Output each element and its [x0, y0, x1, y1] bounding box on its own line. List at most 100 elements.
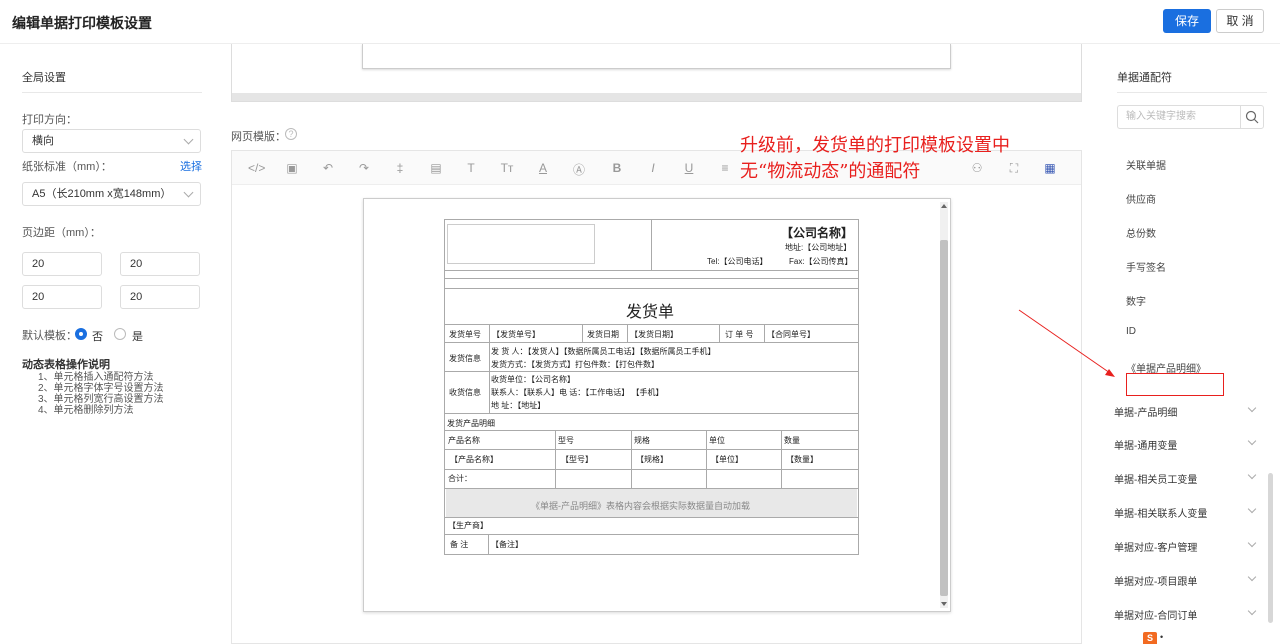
- wildcard-related-doc[interactable]: 关联单据: [1126, 157, 1166, 172]
- margin-right-input[interactable]: 20: [120, 285, 200, 309]
- vertical-scrollbar[interactable]: [940, 202, 948, 608]
- ship-info-line1: 发 货 人：【发货人】【数据所属员工电话】【数据所属员工手机】: [491, 347, 716, 356]
- help-icon[interactable]: ?: [285, 128, 297, 140]
- wildcard-supplier[interactable]: 供应商: [1126, 191, 1156, 206]
- scroll-up-icon[interactable]: [941, 204, 947, 208]
- redo-icon[interactable]: ↷: [356, 161, 372, 175]
- cell-unit: 【单位】: [711, 455, 743, 464]
- wildcard-number[interactable]: 数字: [1126, 293, 1146, 308]
- background-color-icon[interactable]: Ⓐ: [571, 161, 587, 178]
- paper-select-link[interactable]: 选择: [180, 158, 202, 174]
- chevron-down-icon[interactable]: [1247, 436, 1257, 446]
- ship-info-line2: 发货方式：【发货方式】打包件数：【打包件数】: [491, 360, 659, 369]
- wildcard-total-copies[interactable]: 总份数: [1126, 225, 1156, 240]
- strikethrough-icon[interactable]: ‡: [392, 161, 408, 175]
- table-icon[interactable]: ▦: [1042, 161, 1058, 175]
- margin-top-input[interactable]: 20: [22, 252, 102, 276]
- divider: [445, 288, 858, 289]
- margin-left-input[interactable]: 20: [22, 285, 102, 309]
- undo-icon[interactable]: ↶: [320, 161, 336, 175]
- divider: [445, 342, 858, 343]
- print-direction-select[interactable]: 横向: [22, 129, 201, 153]
- source-code-icon[interactable]: </>: [248, 161, 265, 175]
- ship-date-label: 发货日期: [587, 330, 619, 339]
- default-yes-radio[interactable]: [114, 328, 126, 340]
- cell-model: 【型号】: [561, 455, 593, 464]
- chevron-down-icon[interactable]: [1247, 606, 1257, 616]
- wildcard-id[interactable]: ID: [1126, 326, 1136, 337]
- font-size-icon[interactable]: Tт: [499, 161, 515, 175]
- scroll-down-icon[interactable]: [941, 602, 947, 606]
- divider: [22, 92, 202, 93]
- detail-title: 发货产品明细: [447, 419, 495, 428]
- doc-title: 发货单: [626, 304, 675, 321]
- col-product-name: 产品名称: [448, 436, 480, 445]
- chevron-down-icon[interactable]: [1247, 538, 1257, 548]
- logo-dots: •: [1160, 632, 1164, 642]
- ops-item-2[interactable]: 2、单元格字体字号设置方法: [38, 383, 164, 394]
- group-employee-vars[interactable]: 单据-相关员工变量: [1114, 471, 1197, 486]
- align-icon[interactable]: ≡: [717, 161, 733, 175]
- wildcard-handwritten-signature[interactable]: 手写签名: [1126, 259, 1166, 274]
- file-icon[interactable]: ▤: [428, 161, 444, 175]
- font-color-icon[interactable]: A: [535, 161, 551, 175]
- company-tel: Tel:【公司电话】: [707, 257, 768, 266]
- divider: [764, 324, 765, 342]
- cell-spec: 【规格】: [636, 455, 668, 464]
- chevron-down-icon[interactable]: [1247, 470, 1257, 480]
- rich-text-editor: </> ▣ ↶ ↷ ‡ ▤ T Tт A Ⓐ B I U ≡ ⚇ ⛶ ▦ 【公司…: [231, 150, 1082, 644]
- search-button[interactable]: [1240, 105, 1264, 129]
- company-address: 地址:【公司地址】: [785, 243, 852, 252]
- text-icon[interactable]: T: [463, 161, 479, 175]
- chevron-down-icon[interactable]: [1247, 572, 1257, 582]
- wildcard-product-detail[interactable]: 《单据产品明细》: [1126, 360, 1206, 375]
- global-settings-title: 全局设置: [22, 72, 66, 84]
- group-contact-vars[interactable]: 单据-相关联系人变量: [1114, 505, 1207, 520]
- divider: [781, 430, 782, 488]
- default-template-label: 默认模板：: [22, 330, 77, 342]
- bold-icon[interactable]: B: [609, 161, 625, 175]
- group-customer[interactable]: 单据对应-客户管理: [1114, 539, 1197, 554]
- divider: [706, 430, 707, 488]
- col-model: 型号: [558, 436, 574, 445]
- ops-list: 1、单元格插入通配符方法 2、单元格字体字号设置方法 3、单元格列宽行高设置方法…: [38, 372, 164, 416]
- divider: [582, 324, 583, 342]
- ops-item-4[interactable]: 4、单元格删除列方法: [38, 405, 164, 416]
- italic-icon[interactable]: I: [645, 161, 661, 175]
- group-contract-order[interactable]: 单据对应-合同订单: [1114, 607, 1197, 622]
- save-button[interactable]: 保存: [1163, 9, 1211, 33]
- group-product-detail[interactable]: 单据-产品明细: [1114, 404, 1177, 419]
- group-project[interactable]: 单据对应-项目跟单: [1114, 573, 1197, 588]
- ship-info-label: 发货信息: [449, 354, 481, 363]
- wildcard-search-input[interactable]: 输入关键字搜索: [1117, 105, 1241, 129]
- chevron-down-icon[interactable]: [1247, 504, 1257, 514]
- scroll-thumb[interactable]: [940, 240, 948, 596]
- margin-bottom-input[interactable]: 20: [120, 252, 200, 276]
- ops-item-1[interactable]: 1、单元格插入通配符方法: [38, 372, 164, 383]
- remark-value: 【备注】: [491, 540, 523, 549]
- default-yes-label: 是: [132, 331, 143, 343]
- divider: [445, 278, 858, 279]
- chevron-down-icon[interactable]: [1247, 403, 1257, 413]
- ship-date-value: 【发货日期】: [630, 330, 678, 339]
- divider: [651, 220, 652, 270]
- divider: [445, 413, 858, 414]
- recv-line2: 联系人：【联系人】电 话：【工作电话】 【手机】: [491, 388, 664, 397]
- right-panel-scrollbar[interactable]: [1268, 473, 1273, 623]
- auto-load-note: 《单据-产品明细》表格内容会根据实际数据量自动加载: [531, 501, 750, 511]
- cancel-button[interactable]: 取 消: [1216, 9, 1264, 33]
- paper-size-select[interactable]: A5（长210mm x宽148mm）: [22, 182, 201, 206]
- ship-no-value: 【发货单号】: [492, 330, 540, 339]
- default-no-radio[interactable]: [75, 328, 87, 340]
- ops-item-3[interactable]: 3、单元格列宽行高设置方法: [38, 394, 164, 405]
- group-common-vars[interactable]: 单据-通用变量: [1114, 437, 1177, 452]
- divider: [488, 534, 489, 554]
- template-icon[interactable]: ▣: [284, 161, 300, 175]
- recv-info-label: 收货信息: [449, 388, 481, 397]
- horizontal-scrollbar[interactable]: [232, 93, 1081, 101]
- underline-icon[interactable]: U: [681, 161, 697, 175]
- divider: [1117, 92, 1267, 93]
- document-frame: 【公司名称】 地址:【公司地址】 Tel:【公司电话】 Fax:【公司传真】 发…: [363, 198, 951, 612]
- chevron-down-icon: [183, 187, 194, 198]
- divider: [445, 449, 858, 450]
